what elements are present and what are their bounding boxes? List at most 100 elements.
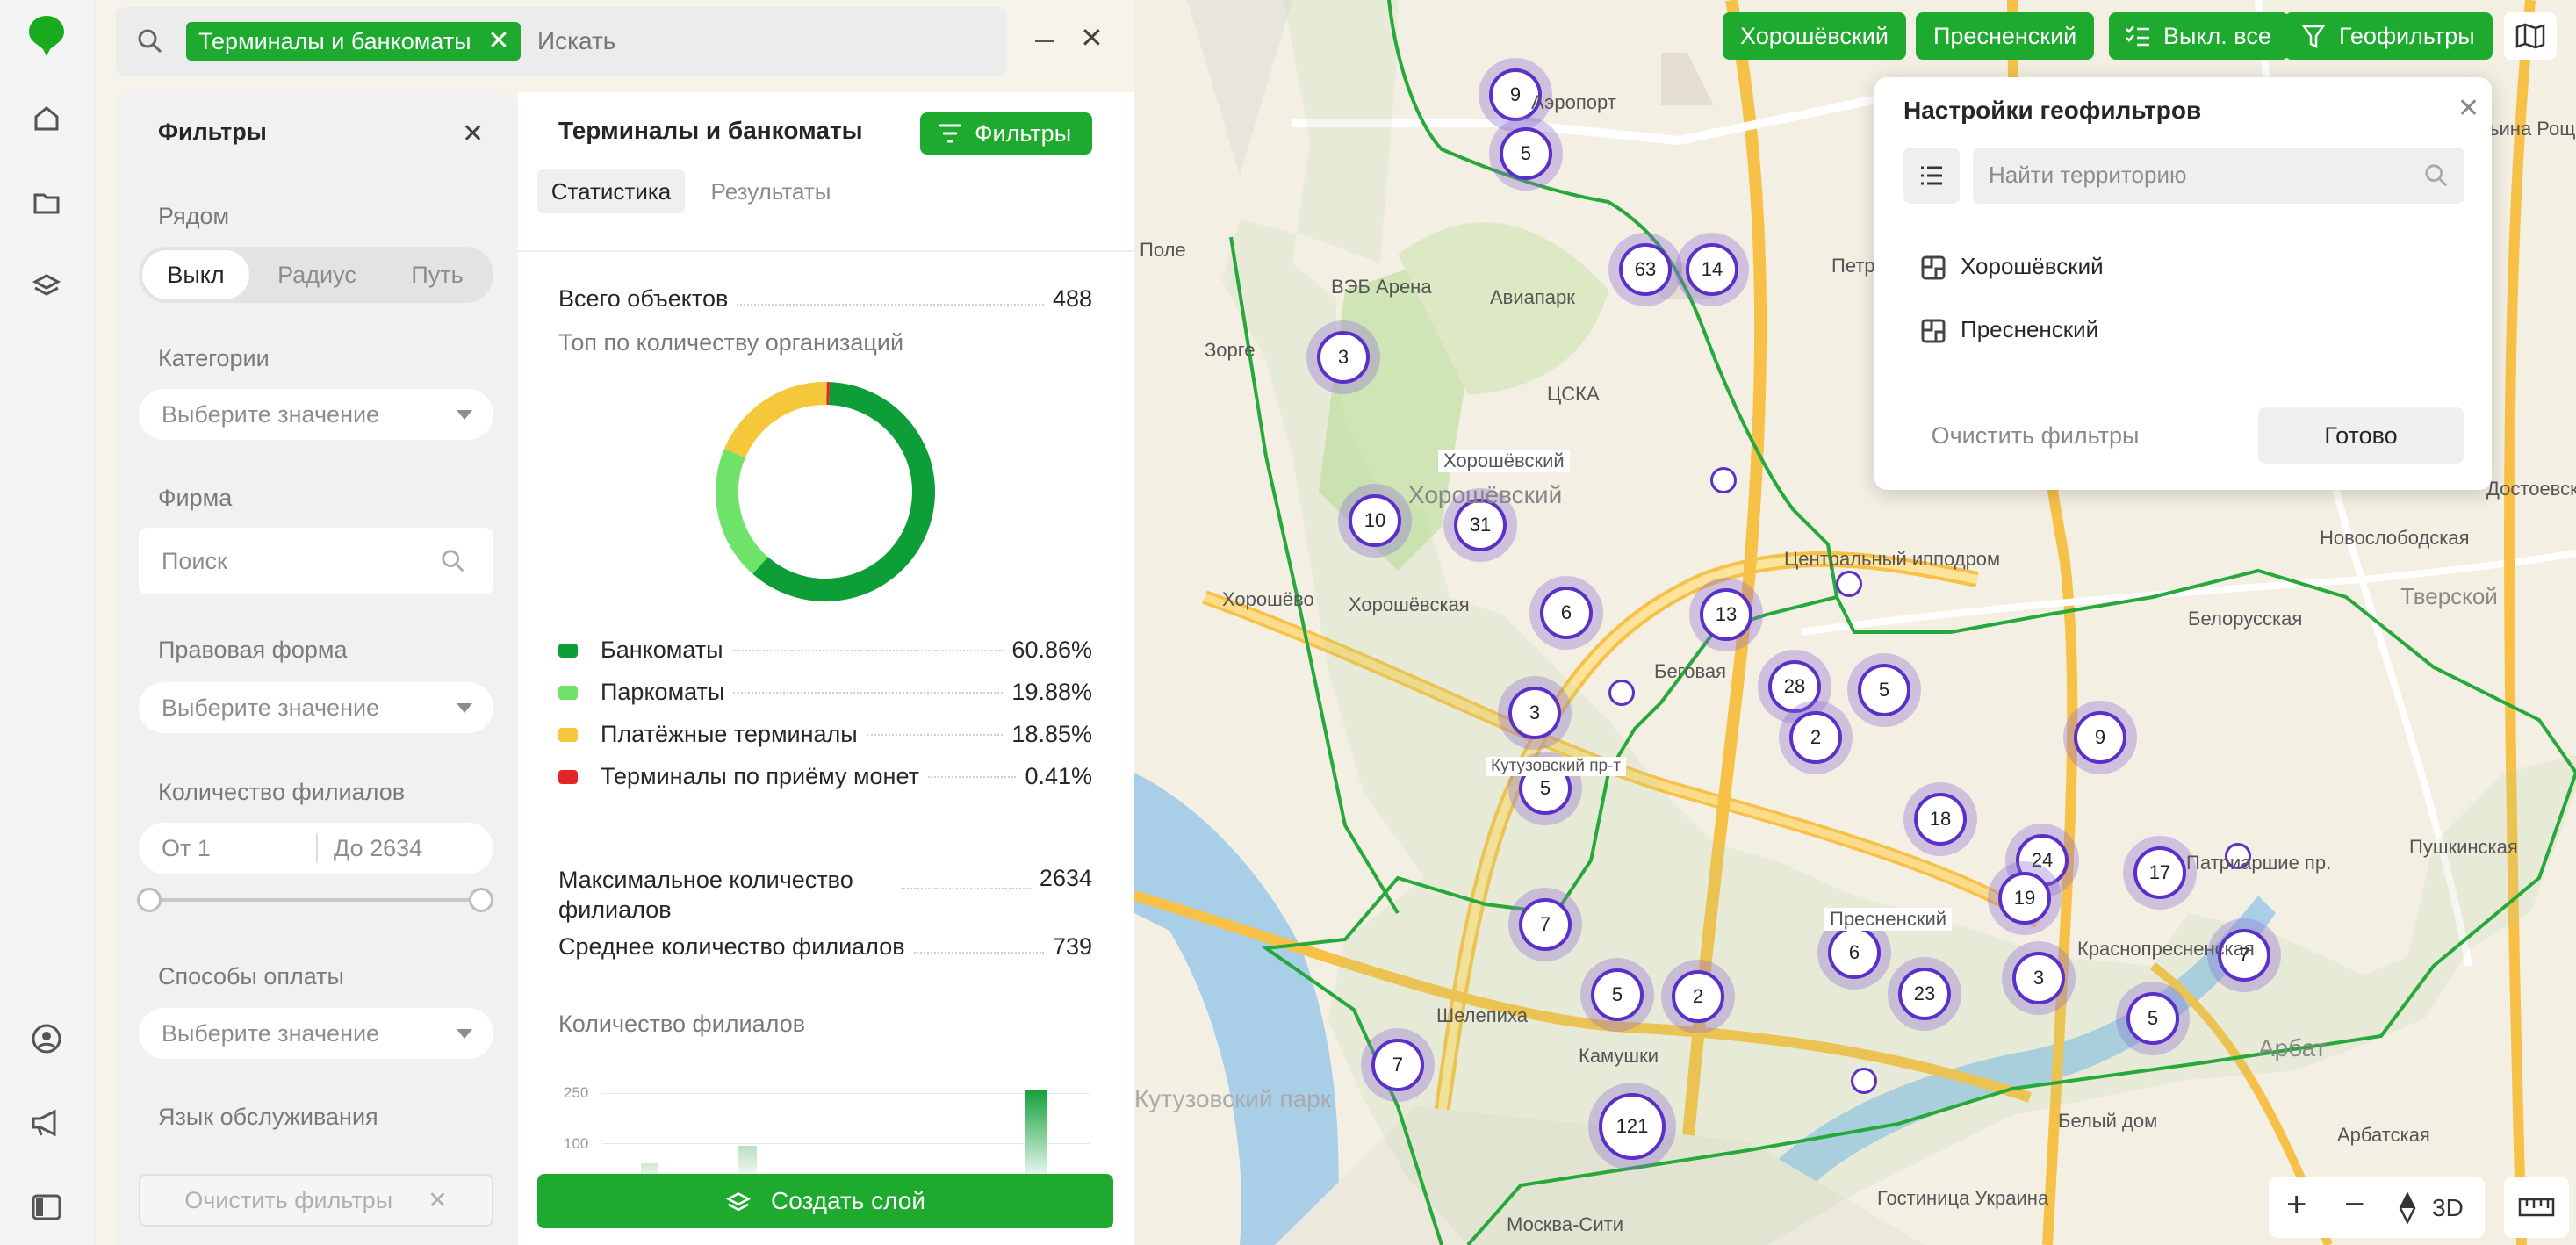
map-cluster[interactable]: 5 bbox=[1591, 968, 1644, 1021]
map-label: Патриаршие пр. bbox=[2186, 852, 2332, 874]
map-cluster[interactable]: 3 bbox=[1317, 331, 1370, 384]
branches-from-input[interactable]: От 1 bbox=[162, 823, 211, 874]
home-icon[interactable] bbox=[26, 98, 67, 139]
map-mode-button[interactable] bbox=[2504, 12, 2557, 60]
ruler-button[interactable] bbox=[2504, 1177, 2569, 1238]
filters-button[interactable]: Фильтры bbox=[920, 112, 1092, 155]
nearby-option-radius[interactable]: Радиус bbox=[260, 247, 374, 303]
map-label: Москва-Сити bbox=[1507, 1213, 1623, 1235]
branches-histogram-title: Количество филиалов bbox=[558, 1011, 806, 1037]
map-cluster[interactable]: 6 bbox=[1540, 587, 1593, 639]
search-icon bbox=[2425, 164, 2448, 187]
map-cluster[interactable]: 18 bbox=[1914, 793, 1967, 846]
map-label: Кутузовский пр-т bbox=[1486, 757, 1627, 776]
map-cluster[interactable]: 3 bbox=[2012, 952, 2065, 1004]
nearby-label: Рядом bbox=[158, 203, 230, 229]
slider-handle-min[interactable] bbox=[137, 888, 162, 912]
map-cluster[interactable]: 14 bbox=[1686, 243, 1738, 296]
categories-label: Категории bbox=[158, 345, 270, 371]
clear-geofilters-button[interactable]: Очистить фильтры bbox=[1903, 407, 2167, 464]
geofilters-button[interactable]: Геофильтры bbox=[2285, 12, 2493, 60]
map-cluster[interactable]: 23 bbox=[1898, 968, 1951, 1020]
donut-chart bbox=[716, 382, 935, 601]
categories-select[interactable]: Выберите значение bbox=[139, 389, 493, 440]
map-label: Аэропорт bbox=[1531, 91, 1616, 113]
sidebar-toggle-icon[interactable] bbox=[26, 1187, 67, 1227]
legend-value: 19.88% bbox=[1011, 679, 1092, 705]
total-objects-value: 488 bbox=[1052, 285, 1092, 312]
close-icon[interactable]: ✕ bbox=[462, 119, 484, 149]
map-label: Беговая bbox=[1654, 660, 1727, 682]
search-icon bbox=[138, 29, 162, 54]
profile-icon[interactable] bbox=[26, 1018, 67, 1059]
clear-filters-button[interactable]: Очистить фильтры ✕ bbox=[139, 1174, 493, 1227]
nearby-segment[interactable]: Выкл Радиус Путь bbox=[139, 247, 493, 303]
map-cluster[interactable]: 2 bbox=[1672, 970, 1724, 1023]
map-cluster[interactable]: 5 bbox=[1858, 664, 1910, 716]
2gis-logo-icon[interactable] bbox=[26, 16, 67, 56]
map-cluster[interactable]: 28 bbox=[1768, 660, 1821, 713]
map-cluster[interactable]: 17 bbox=[2133, 846, 2186, 899]
map-cluster[interactable]: 10 bbox=[1349, 494, 1401, 547]
geo-pill-khoroshevsky[interactable]: Хорошёвский bbox=[1723, 12, 1906, 60]
payment-label: Способы оплаты bbox=[158, 963, 344, 990]
disable-all-label: Выкл. все bbox=[2163, 23, 2271, 49]
zoom-in-button[interactable]: + bbox=[2286, 1185, 2306, 1225]
nearby-option-off[interactable]: Выкл bbox=[142, 247, 249, 303]
nearby-option-path[interactable]: Путь bbox=[381, 247, 493, 303]
map-cluster[interactable]: 13 bbox=[1700, 588, 1752, 641]
megaphone-icon[interactable] bbox=[26, 1103, 67, 1143]
branches-to-input[interactable]: До 2634 bbox=[334, 823, 422, 874]
firm-search-input[interactable]: Поиск bbox=[139, 528, 493, 594]
close-icon[interactable]: ✕ bbox=[2457, 93, 2479, 124]
search-input[interactable] bbox=[537, 19, 924, 63]
legal-form-select[interactable]: Выберите значение bbox=[139, 682, 493, 733]
zoom-out-button[interactable]: − bbox=[2344, 1185, 2364, 1225]
branches-range: От 1 До 2634 bbox=[139, 823, 493, 874]
layers-icon[interactable] bbox=[26, 265, 67, 306]
map-label: Пресненский bbox=[1824, 908, 1953, 931]
done-button[interactable]: Готово bbox=[2258, 407, 2464, 464]
disable-all-button[interactable]: Выкл. все bbox=[2109, 12, 2289, 60]
map-cluster[interactable]: 7 bbox=[1371, 1039, 1424, 1091]
map-cluster[interactable]: 3 bbox=[1508, 687, 1561, 739]
map-cluster[interactable]: 5 bbox=[1500, 127, 1552, 180]
3d-toggle-button[interactable]: 3D bbox=[2432, 1194, 2464, 1222]
map-label: Достоевская bbox=[2486, 478, 2576, 500]
map-label: Арбатская bbox=[2337, 1124, 2430, 1146]
folder-icon[interactable] bbox=[26, 183, 67, 223]
map-cluster[interactable]: 19 bbox=[1998, 872, 2051, 925]
close-icon[interactable]: ✕ bbox=[1080, 21, 1104, 54]
search-bar[interactable]: Терминалы и банкоматы ✕ ✕ bbox=[116, 7, 1104, 76]
map-cluster[interactable]: 63 bbox=[1619, 243, 1672, 296]
max-branches-label: Максимальное количество филиалов bbox=[558, 867, 853, 923]
slider-handle-max[interactable] bbox=[469, 888, 493, 912]
map-cluster[interactable]: 9 bbox=[2074, 711, 2126, 764]
minimize-icon[interactable] bbox=[1035, 40, 1054, 42]
map-label: Хорошёвская bbox=[1349, 594, 1470, 615]
territory-item[interactable]: Хорошёвский bbox=[1920, 251, 2447, 286]
chevron-down-icon bbox=[457, 1029, 472, 1039]
payment-select[interactable]: Выберите значение bbox=[139, 1008, 493, 1059]
chevron-down-icon bbox=[457, 703, 472, 713]
tab-results[interactable]: Результаты bbox=[701, 169, 841, 213]
territory-search[interactable]: Найти территорию bbox=[1973, 148, 2464, 204]
map-cluster[interactable]: 2 bbox=[1789, 711, 1842, 764]
search-icon bbox=[442, 550, 464, 572]
create-layer-button[interactable]: Создать слой bbox=[537, 1174, 1113, 1228]
geo-pill-presnensky[interactable]: Пресненский bbox=[1916, 12, 2095, 60]
close-icon[interactable]: ✕ bbox=[487, 22, 509, 61]
list-view-button[interactable] bbox=[1903, 148, 1960, 204]
list-icon bbox=[1921, 166, 1942, 185]
clear-filters-label: Очистить фильтры bbox=[184, 1187, 393, 1213]
map-cluster[interactable]: 121 bbox=[1599, 1093, 1666, 1160]
map-cluster[interactable]: 6 bbox=[1828, 926, 1881, 979]
tab-statistics[interactable]: Статистика bbox=[537, 169, 685, 213]
legend-label: Терминалы по приёму монет bbox=[601, 763, 919, 789]
map-cluster[interactable]: 7 bbox=[1519, 898, 1572, 951]
map-label: Поле bbox=[1140, 239, 1186, 261]
territory-item[interactable]: Пресненский bbox=[1920, 314, 2447, 349]
compass-icon[interactable] bbox=[2397, 1192, 2418, 1224]
search-chip[interactable]: Терминалы и банкоматы ✕ bbox=[186, 22, 521, 61]
map-cluster[interactable]: 5 bbox=[2126, 992, 2179, 1045]
